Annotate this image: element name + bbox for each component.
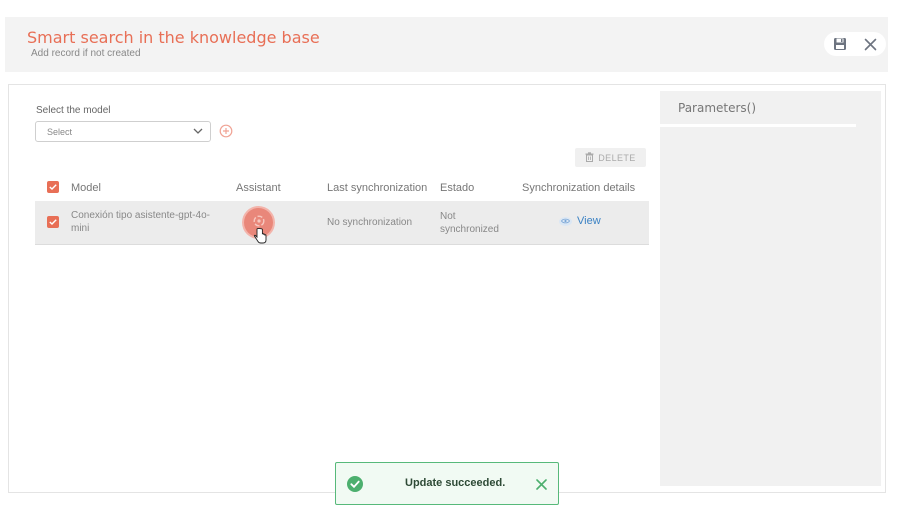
- delete-button[interactable]: DELETE: [575, 148, 646, 167]
- trash-icon: [585, 151, 594, 164]
- eye-icon: [559, 216, 572, 226]
- column-header-estado: Estado: [440, 182, 475, 194]
- page-subtitle: Add record if not created: [31, 48, 141, 59]
- table-header: Model Assistant Last synchronization Est…: [35, 177, 649, 199]
- check-circle-icon: [347, 476, 363, 497]
- row-last-sync: No synchronization: [327, 217, 413, 228]
- parameters-panel: Parameters(): [660, 91, 881, 486]
- chevron-down-icon: [193, 127, 203, 137]
- column-header-last-sync: Last synchronization: [327, 182, 428, 194]
- add-model-icon[interactable]: [219, 124, 233, 143]
- column-header-model: Model: [71, 182, 101, 194]
- page-title: Smart search in the knowledge base: [27, 28, 320, 47]
- parameters-title: Parameters(): [678, 101, 757, 115]
- select-all-checkbox[interactable]: [47, 181, 59, 193]
- page-header: Smart search in the knowledge base Add r…: [5, 17, 888, 72]
- close-icon[interactable]: [864, 38, 877, 51]
- model-select-placeholder: Select: [47, 127, 73, 137]
- row-model-name: Conexión tipo asistente-gpt-4o-mini: [71, 210, 210, 234]
- main-panel: Select the model Select DELETE Model Ass: [8, 84, 886, 493]
- view-details-link[interactable]: View: [559, 215, 601, 227]
- close-icon[interactable]: [536, 477, 547, 495]
- column-header-assistant: Assistant: [236, 182, 281, 194]
- table-row: Conexión tipo asistente-gpt-4o-mini No s…: [35, 201, 649, 245]
- row-estado: Not synchronized: [440, 211, 499, 235]
- toast-message: Update succeeded.: [405, 477, 506, 489]
- view-label: View: [577, 215, 601, 227]
- delete-label: DELETE: [598, 152, 636, 163]
- row-checkbox[interactable]: [47, 216, 59, 228]
- save-icon[interactable]: [833, 37, 847, 51]
- parameters-divider: [660, 124, 856, 127]
- model-label: Select the model: [36, 105, 111, 116]
- model-select[interactable]: Select: [35, 121, 211, 142]
- success-toast: Update succeeded.: [335, 462, 559, 505]
- column-header-sync-details: Synchronization details: [522, 182, 636, 194]
- cursor-icon: [253, 228, 267, 247]
- header-actions: [824, 32, 886, 56]
